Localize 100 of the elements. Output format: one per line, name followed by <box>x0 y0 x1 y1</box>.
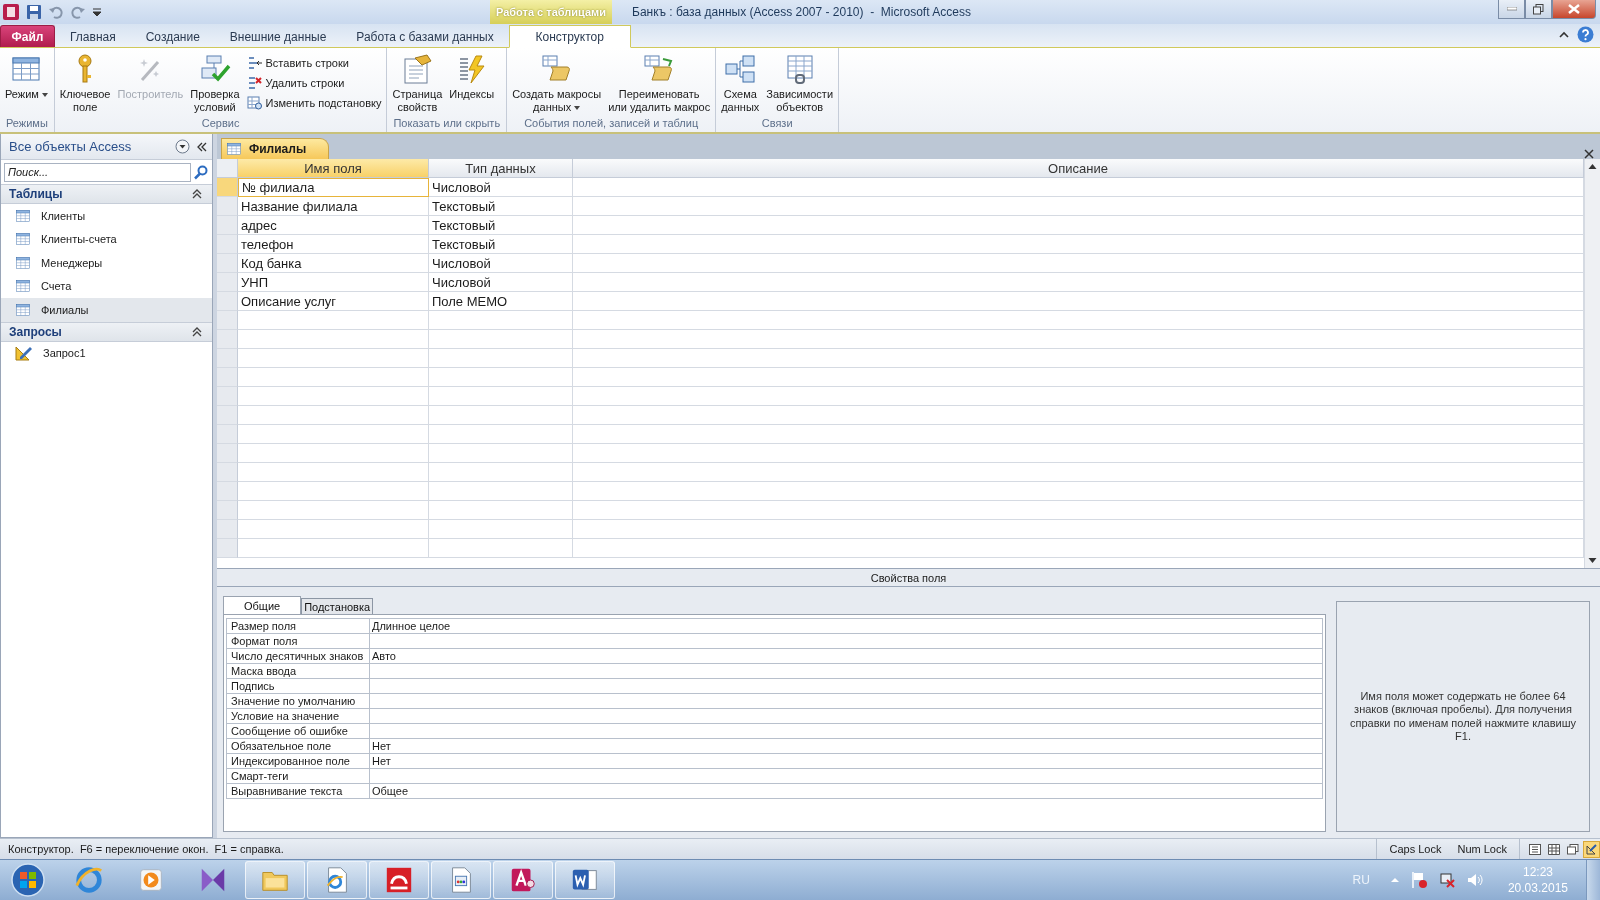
row-selector[interactable] <box>217 501 238 520</box>
properties-tab[interactable]: Подстановка <box>301 598 374 614</box>
table-cell[interactable]: УНП <box>238 273 429 292</box>
property-value[interactable]: Нет <box>370 739 1322 754</box>
restore-button[interactable] <box>1525 0 1552 19</box>
table-cell[interactable] <box>429 425 573 444</box>
table-cell[interactable] <box>238 311 429 330</box>
table-cell[interactable]: Числовой <box>429 178 573 197</box>
row-selector[interactable] <box>217 539 238 558</box>
table-cell[interactable] <box>573 273 1584 292</box>
ribbon-button[interactable]: Зависимости объектов <box>763 50 837 114</box>
row-selector[interactable] <box>217 330 238 349</box>
table-cell[interactable] <box>429 368 573 387</box>
row-selector[interactable] <box>217 292 238 311</box>
table-cell[interactable] <box>573 178 1584 197</box>
row-selector[interactable] <box>217 482 238 501</box>
row-selector[interactable] <box>217 444 238 463</box>
table-cell[interactable] <box>429 311 573 330</box>
table-cell[interactable] <box>429 387 573 406</box>
table-cell[interactable] <box>238 349 429 368</box>
table-cell[interactable] <box>573 463 1584 482</box>
table-cell[interactable]: Числовой <box>429 254 573 273</box>
property-value[interactable]: Авто <box>370 649 1322 664</box>
table-cell[interactable]: Текстовый <box>429 197 573 216</box>
nav-item[interactable]: Менеджеры <box>1 251 212 275</box>
table-cell[interactable] <box>238 387 429 406</box>
nav-item[interactable]: Счета <box>1 274 212 298</box>
table-cell[interactable] <box>429 444 573 463</box>
table-cell[interactable] <box>573 330 1584 349</box>
table-cell[interactable] <box>429 520 573 539</box>
ribbon-button[interactable]: Проверка условий <box>187 50 243 114</box>
table-cell[interactable] <box>573 254 1584 273</box>
taskbar-app[interactable] <box>431 861 491 899</box>
document-tab[interactable]: Филиалы <box>221 138 330 159</box>
row-selector[interactable] <box>217 311 238 330</box>
row-selector[interactable] <box>217 349 238 368</box>
table-cell[interactable] <box>238 520 429 539</box>
ribbon-tab[interactable]: Конструктор <box>508 25 631 48</box>
row-selector[interactable] <box>217 235 238 254</box>
table-cell[interactable] <box>573 425 1584 444</box>
row-selector[interactable] <box>217 425 238 444</box>
nav-item[interactable]: Клиенты-счета <box>1 227 212 251</box>
table-cell[interactable] <box>238 330 429 349</box>
close-button[interactable] <box>1552 0 1596 19</box>
ribbon-button[interactable]: Удалить строки <box>243 74 385 92</box>
table-cell[interactable] <box>238 406 429 425</box>
table-cell[interactable] <box>429 539 573 558</box>
taskbar-app[interactable] <box>555 861 615 899</box>
table-cell[interactable]: Числовой <box>429 273 573 292</box>
table-cell[interactable]: адрес <box>238 216 429 235</box>
table-cell[interactable]: Поле MEMO <box>429 292 573 311</box>
ribbon-tab[interactable]: Внешние данные <box>214 25 342 47</box>
group-header[interactable]: Таблицы <box>1 184 212 204</box>
table-cell[interactable] <box>573 406 1584 425</box>
ribbon-button[interactable]: Вставить строки <box>243 54 385 72</box>
row-selector[interactable] <box>217 216 238 235</box>
table-cell[interactable]: Описание услуг <box>238 292 429 311</box>
row-selector[interactable] <box>217 273 238 292</box>
ribbon-button[interactable]: Изменить подстановку <box>243 94 385 112</box>
table-cell[interactable]: телефон <box>238 235 429 254</box>
table-cell[interactable] <box>573 292 1584 311</box>
property-value[interactable]: Длинное целое <box>370 619 1322 634</box>
table-cell[interactable] <box>573 520 1584 539</box>
property-value[interactable]: Общее <box>370 784 1322 799</box>
nav-item[interactable]: Клиенты <box>1 204 212 228</box>
row-selector[interactable] <box>217 254 238 273</box>
table-cell[interactable] <box>573 539 1584 558</box>
table-cell[interactable]: № филиала <box>238 178 429 197</box>
row-selector[interactable] <box>217 406 238 425</box>
table-cell[interactable] <box>238 444 429 463</box>
table-cell[interactable] <box>238 368 429 387</box>
table-cell[interactable] <box>573 311 1584 330</box>
taskbar-app[interactable] <box>307 861 367 899</box>
ribbon-tab[interactable]: Работа с базами данных <box>341 25 509 47</box>
table-cell[interactable] <box>573 444 1584 463</box>
scrollbar[interactable] <box>1584 159 1600 568</box>
ribbon-button[interactable]: Ключевое поле <box>56 50 114 114</box>
table-cell[interactable] <box>429 349 573 368</box>
row-selector[interactable] <box>217 197 238 216</box>
table-cell[interactable] <box>573 349 1584 368</box>
file-tab[interactable]: Файл <box>0 25 55 47</box>
table-cell[interactable] <box>238 482 429 501</box>
table-cell[interactable]: Код банка <box>238 254 429 273</box>
select-all-corner[interactable] <box>217 159 238 178</box>
table-cell[interactable] <box>573 501 1584 520</box>
ribbon-button[interactable]: Схема данных <box>718 50 763 114</box>
ribbon-button[interactable]: Страница свойств <box>389 50 446 114</box>
table-cell[interactable] <box>573 368 1584 387</box>
table-cell[interactable] <box>429 330 573 349</box>
search-field[interactable]: Поиск... <box>4 162 191 182</box>
ribbon-button[interactable]: Режим <box>2 50 51 101</box>
table-cell[interactable] <box>573 387 1584 406</box>
table-cell[interactable] <box>238 501 429 520</box>
nav-item[interactable]: Запрос1 <box>1 341 212 365</box>
nav-item[interactable]: Филиалы <box>1 298 212 322</box>
taskbar-app[interactable] <box>369 861 429 899</box>
table-cell[interactable] <box>238 539 429 558</box>
table-cell[interactable] <box>573 197 1584 216</box>
ribbon-button[interactable]: Создать макросы данных <box>509 50 605 114</box>
row-selector[interactable] <box>217 520 238 539</box>
